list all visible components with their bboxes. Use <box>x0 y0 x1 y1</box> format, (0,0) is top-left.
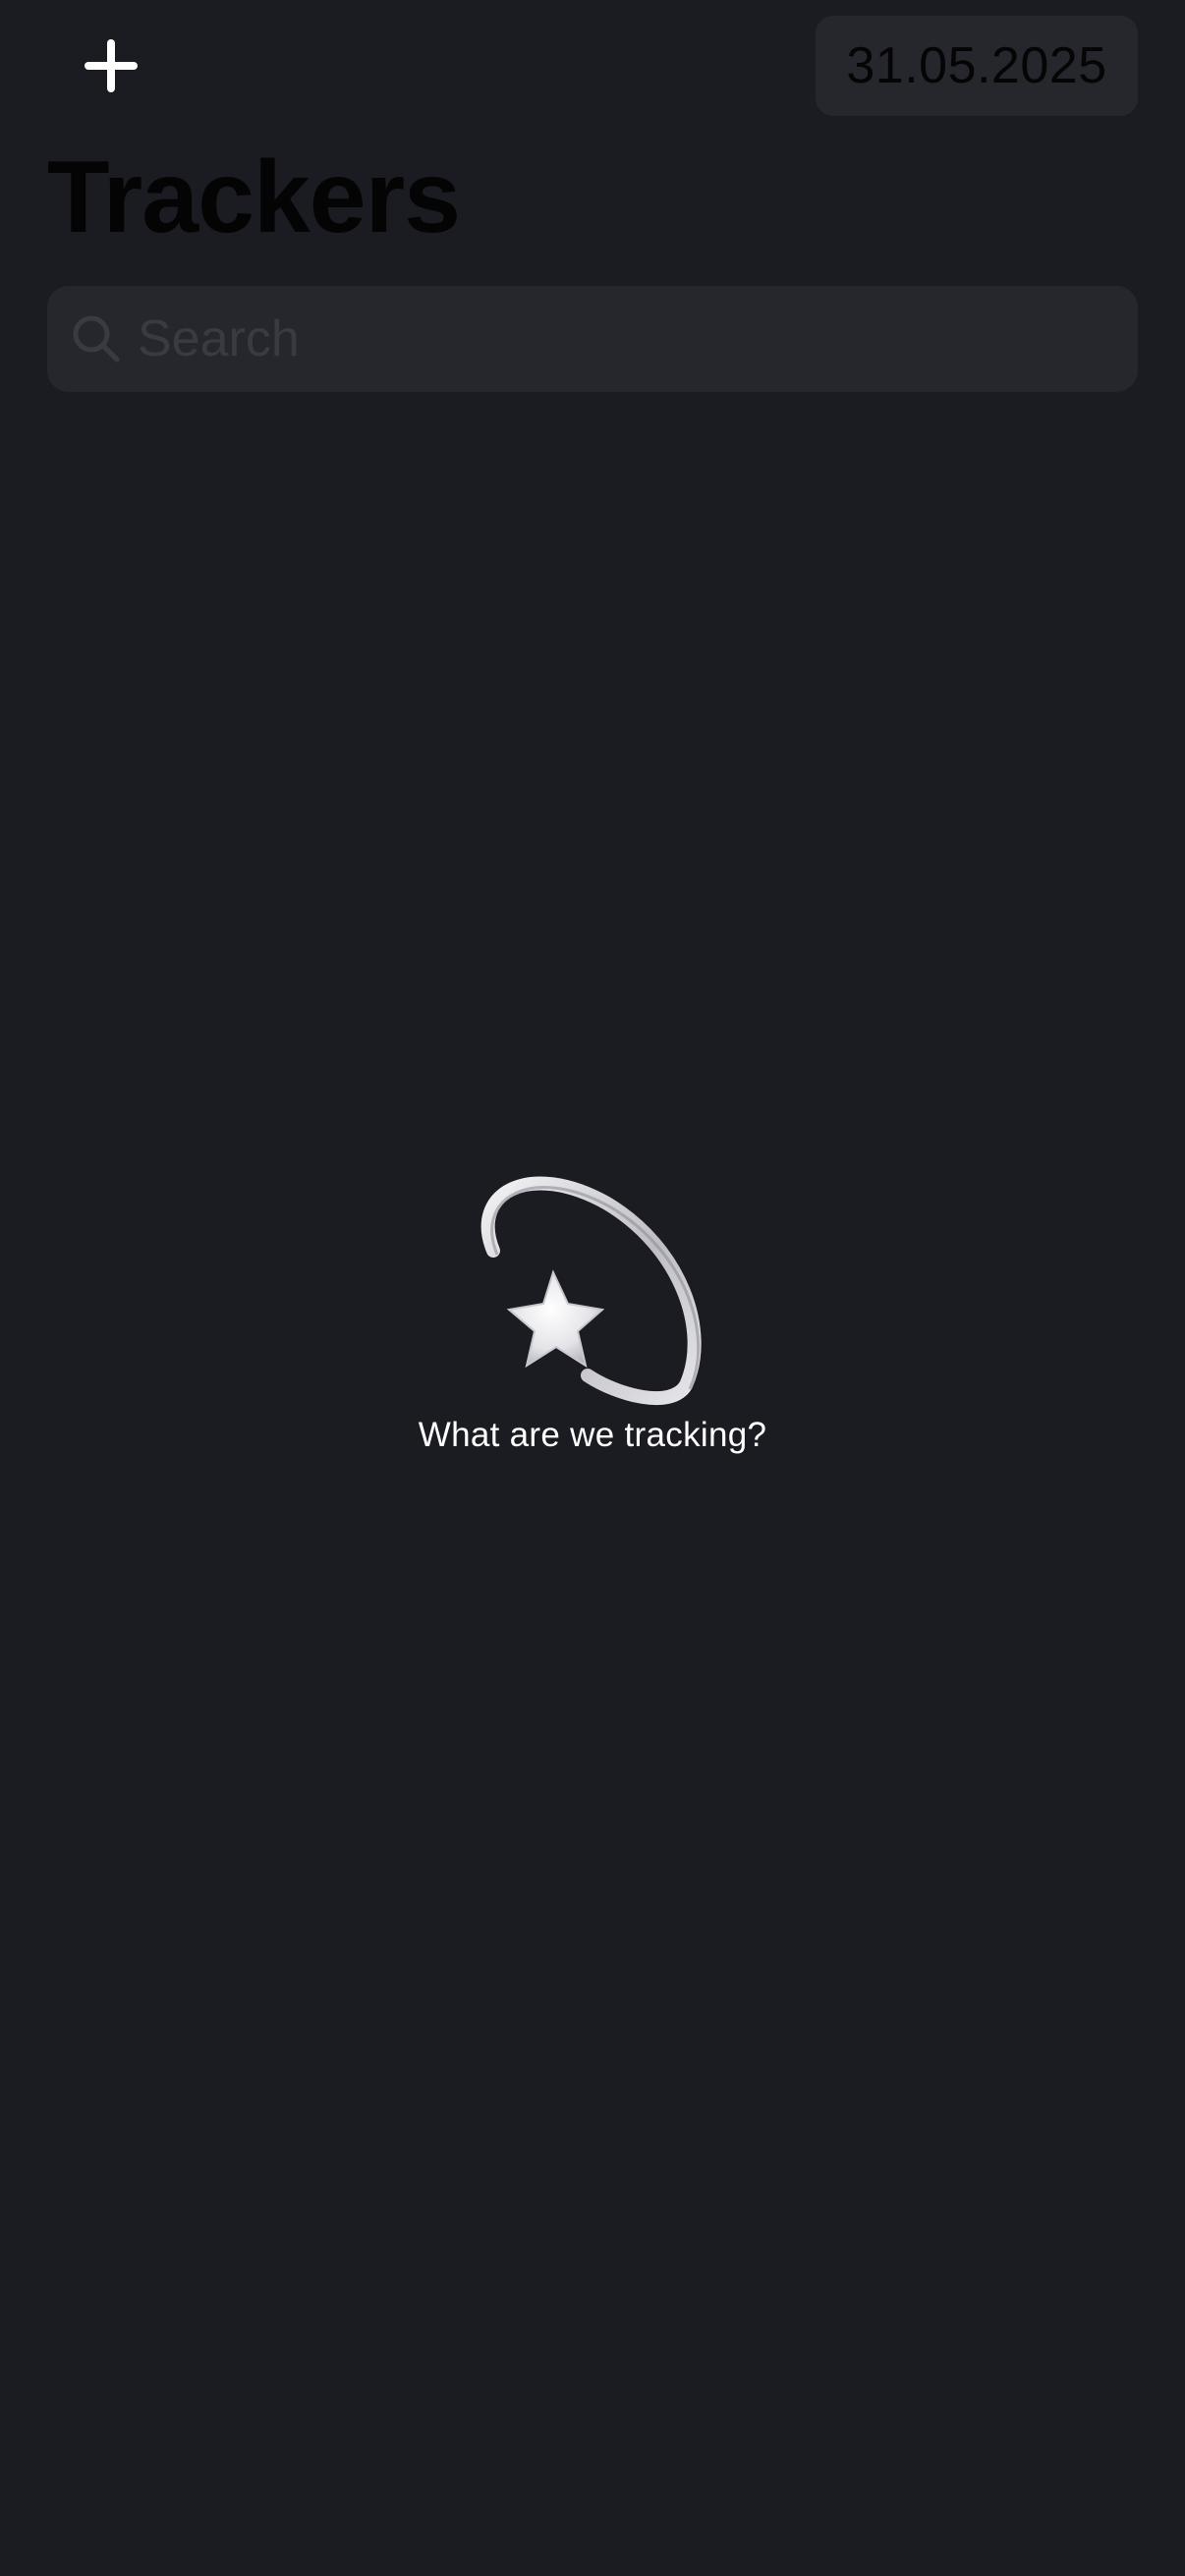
empty-state-message: What are we tracking? <box>418 1416 767 1454</box>
add-tracker-button[interactable] <box>67 22 155 110</box>
search-input[interactable] <box>136 299 1138 379</box>
dizzy-star-icon <box>480 1176 702 1405</box>
page-title: Trackers <box>47 140 461 254</box>
search-icon <box>69 311 124 366</box>
plus-icon <box>85 39 138 92</box>
top-bar: 31.05.2025 <box>0 0 1185 138</box>
date-picker-button[interactable]: 31.05.2025 <box>816 16 1138 116</box>
date-label: 31.05.2025 <box>846 37 1107 94</box>
empty-state: What are we tracking? <box>0 1164 1185 1455</box>
search-bar[interactable] <box>47 286 1138 392</box>
